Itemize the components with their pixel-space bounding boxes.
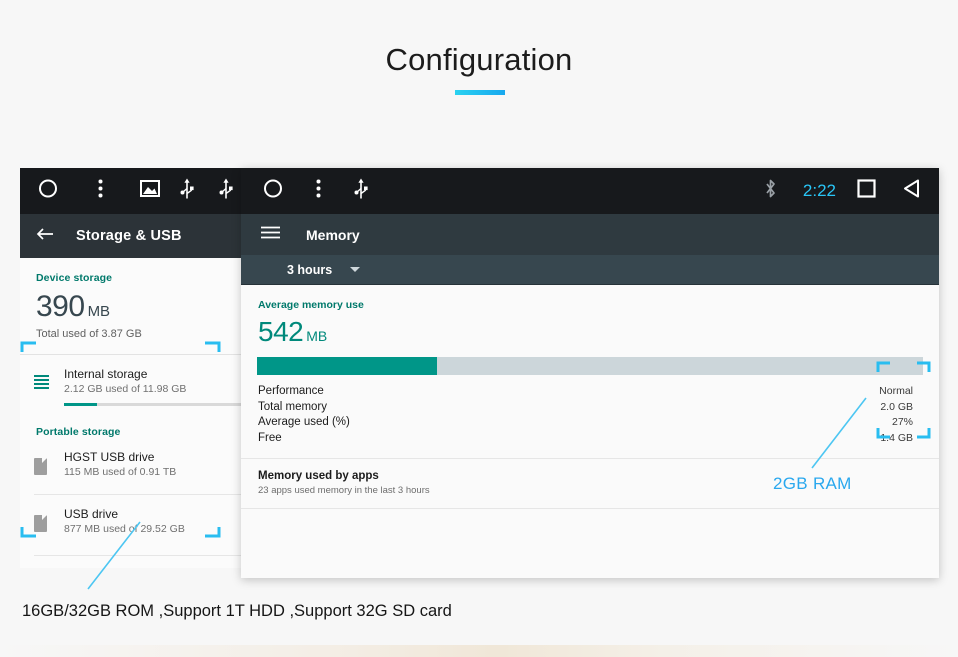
average-memory-number: 542 [258, 316, 303, 347]
average-memory-value: 542MB [241, 311, 939, 348]
stat-value: 1.4 GB [879, 431, 913, 447]
memory-usage-bar [257, 357, 923, 375]
stat-value: 27% [879, 415, 913, 431]
stat-label: Performance [258, 384, 350, 400]
usb-icon[interactable] [219, 178, 233, 205]
title-underline [455, 90, 505, 95]
overflow-menu-icon[interactable] [98, 179, 103, 204]
average-memory-label: Average memory use [241, 285, 939, 311]
internal-storage-detail: 2.12 GB used of 11.98 GB [64, 383, 246, 395]
circle-icon[interactable] [38, 179, 58, 204]
stat-value: 2.0 GB [879, 400, 913, 416]
left-app-bar-title: Storage & USB [76, 228, 182, 244]
internal-storage-name: Internal storage [64, 367, 246, 381]
ram-annotation-label: 2GB RAM [773, 474, 852, 494]
left-app-bar: Storage & USB [20, 214, 260, 258]
sd-card-icon [34, 507, 64, 532]
storage-content: Device storage 390MB Total used of 3.87 … [20, 258, 260, 568]
device-storage-label: Device storage [20, 258, 260, 284]
stat-label: Total memory [258, 400, 350, 416]
list-icon [34, 367, 64, 388]
stat-label: Average used (%) [258, 415, 350, 431]
circle-icon[interactable] [263, 179, 283, 204]
average-memory-unit: MB [306, 328, 327, 344]
bluetooth-icon [764, 179, 777, 204]
back-triangle-icon[interactable] [902, 179, 922, 204]
stat-label: Free [258, 431, 350, 447]
portable-item-detail: 877 MB used of 29.52 GB [64, 523, 246, 535]
right-app-bar: Memory [241, 214, 939, 255]
device-storage-number: 390 [36, 290, 85, 323]
list-item[interactable]: USB drive 877 MB used of 29.52 GB [20, 495, 260, 551]
memory-stats-labels: Performance Total memory Average used (%… [258, 384, 350, 446]
storage-usb-screen: Storage & USB Device storage 390MB Total… [20, 168, 260, 568]
usb-icon[interactable] [180, 178, 194, 205]
internal-storage-progress [64, 403, 246, 406]
sd-card-icon [34, 450, 64, 475]
portable-item-detail: 115 MB used of 0.91 TB [64, 466, 246, 478]
portable-item-name: HGST USB drive [64, 450, 246, 464]
device-storage-subtitle: Total used of 3.87 GB [20, 324, 260, 340]
right-app-bar-title: Memory [306, 227, 360, 243]
memory-content: Average memory use 542MB Performance Tot… [241, 285, 939, 578]
left-status-bar [20, 168, 260, 214]
back-arrow-icon[interactable] [36, 227, 54, 246]
overflow-menu-icon[interactable] [316, 179, 321, 204]
bottom-caption: 16GB/32GB ROM ,Support 1T HDD ,Support 3… [22, 602, 452, 621]
image-icon[interactable] [140, 180, 160, 202]
memory-stats-table: Performance Total memory Average used (%… [241, 375, 939, 446]
bottom-gradient-strip [0, 645, 958, 657]
duration-spinner[interactable]: 3 hours [241, 255, 939, 285]
usb-icon[interactable] [354, 178, 368, 205]
chevron-down-icon [350, 267, 360, 272]
device-storage-unit: MB [88, 303, 111, 320]
hamburger-menu-icon[interactable] [261, 226, 280, 244]
right-status-bar: 2:22 [241, 168, 939, 214]
status-clock: 2:22 [803, 181, 836, 201]
list-item[interactable]: HGST USB drive 115 MB used of 0.91 TB [20, 438, 260, 494]
internal-storage-row[interactable]: Internal storage 2.12 GB used of 11.98 G… [20, 355, 260, 416]
portable-storage-label: Portable storage [20, 416, 260, 438]
duration-spinner-value: 3 hours [287, 263, 332, 277]
divider [241, 508, 939, 509]
divider [34, 555, 260, 556]
stat-value: Normal [879, 384, 913, 400]
screenshot-root: Configuration [0, 0, 958, 657]
memory-stats-values: Normal 2.0 GB 27% 1.4 GB [879, 384, 913, 446]
page-title: Configuration [0, 42, 958, 78]
recents-square-icon[interactable] [857, 179, 876, 203]
device-storage-value: 390MB [20, 284, 260, 324]
portable-item-name: USB drive [64, 507, 246, 521]
memory-screen: 2:22 Memory 3 hours Average memory use [241, 168, 939, 578]
